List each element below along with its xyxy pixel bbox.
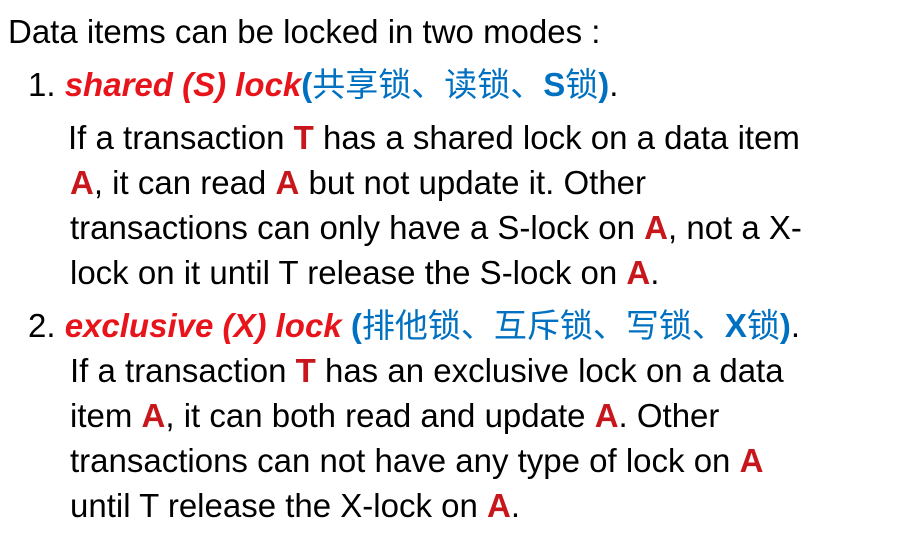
data-item-A: A [594, 397, 619, 434]
data-item-A: A [739, 442, 764, 479]
mode-1-term: shared (S) lock [64, 66, 302, 103]
mode-1-short-letter: S [543, 66, 566, 103]
mode-2-term: exclusive (X) lock [64, 307, 342, 344]
mode-1-open-paren: ( [301, 66, 313, 103]
mode-1-desc-line: If a transaction T has a shared lock on … [68, 119, 800, 156]
mode-2-period: . [790, 307, 801, 344]
mode-2-desc-line: transactions can not have any type of lo… [70, 442, 764, 479]
mode-1-desc-line: lock on it until T release the S-lock on… [70, 254, 660, 291]
mode-2-close-paren: ) [779, 307, 791, 344]
mode-1-close-paren: ) [598, 66, 610, 103]
transaction-T: T [293, 119, 314, 156]
mode-2-short-letter: X [724, 307, 747, 344]
mode-1-period: . [609, 66, 619, 103]
mode-2-chinese-names: 排他锁、互斥锁、写锁、 [361, 307, 725, 344]
mode-2-desc-line: If a transaction T has an exclusive lock… [70, 352, 784, 389]
data-item-A: A [141, 397, 166, 434]
mode-1-number: 1. [28, 66, 56, 103]
data-item-A: A [487, 487, 511, 524]
mode-1-chinese-names: 共享锁、读锁、 [312, 66, 544, 103]
mode-2-heading: 2. exclusive (X) lock (排他锁、互斥锁、写锁、X锁). [28, 306, 800, 346]
mode-1-short-suffix: 锁 [565, 66, 599, 103]
data-item-A: A [644, 209, 668, 246]
mode-2-desc-line: item A, it can both read and update A. O… [70, 397, 720, 434]
mode-2-desc-line: until T release the X-lock on A. [70, 487, 521, 524]
mode-1-desc-line: transactions can only have a S-lock on A… [70, 209, 802, 246]
data-item-A: A [275, 164, 300, 201]
transaction-T: T [295, 352, 316, 389]
mode-2-number: 2. [28, 307, 56, 344]
mode-2-open-paren: ( [350, 307, 362, 344]
data-item-A: A [626, 254, 651, 291]
mode-1-desc-line: A, it can read A but not update it. Othe… [70, 164, 647, 201]
mode-1-heading: 1. shared (S) lock(共享锁、读锁、S锁). [28, 65, 618, 105]
data-item-A: A [70, 164, 94, 201]
mode-2-short-suffix: 锁 [746, 307, 780, 344]
intro-text: Data items can be locked in two modes : [8, 13, 601, 50]
